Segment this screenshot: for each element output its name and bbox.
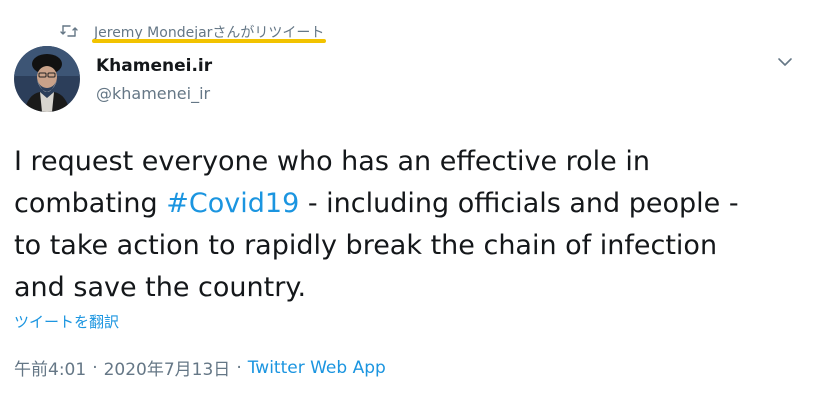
- tweet-source-link[interactable]: Twitter Web App: [248, 358, 386, 378]
- tweet-meta: 午前4:01 · 2020年7月13日 · Twitter Web App: [14, 355, 386, 381]
- avatar[interactable]: [14, 46, 80, 112]
- tweet-line: I request everyone who has an effective …: [14, 146, 650, 177]
- highlight-underline: [92, 39, 326, 43]
- meta-separator: ·: [92, 357, 98, 378]
- chevron-down-icon[interactable]: [774, 52, 796, 72]
- tweet-line: to take action to rapidly break the chai…: [14, 230, 718, 261]
- tweet-time[interactable]: 午前4:01: [14, 355, 86, 380]
- author-handle[interactable]: @khamenei_ir: [96, 84, 210, 103]
- tweet-text: I request everyone who has an effective …: [14, 141, 809, 309]
- tweet-date[interactable]: 2020年7月13日: [104, 355, 231, 380]
- tweet-text-segment: combating: [14, 188, 167, 219]
- retweet-icon: [60, 23, 78, 39]
- meta-separator: ·: [236, 357, 242, 378]
- hashtag-link[interactable]: #Covid19: [166, 188, 299, 219]
- tweet-text-segment: - including officials and people -: [299, 188, 739, 219]
- tweet-line: combating #Covid19 - including officials…: [14, 183, 809, 225]
- tweet-line: and save the country.: [14, 272, 307, 303]
- author-display-name[interactable]: Khamenei.ir: [96, 56, 212, 76]
- translate-tweet-link[interactable]: ツイートを翻訳: [14, 311, 119, 332]
